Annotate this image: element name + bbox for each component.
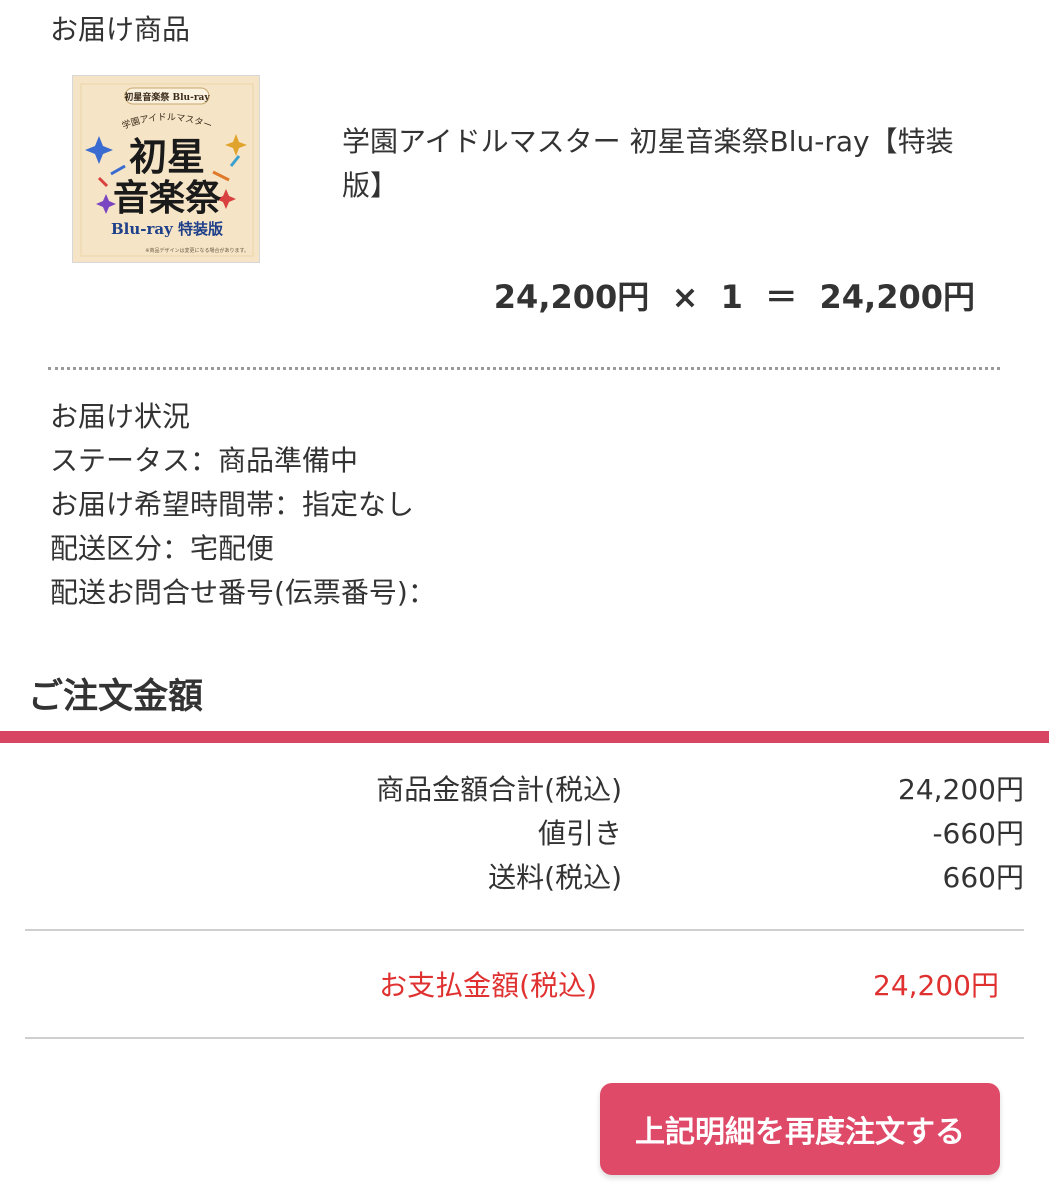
equals-sign: ＝ bbox=[765, 278, 798, 316]
line-total: 24,200円 bbox=[819, 278, 976, 316]
summary-divider-top bbox=[25, 929, 1024, 931]
times-sign: × bbox=[671, 278, 699, 316]
product-name-link[interactable]: 学園アイドルマスター 初星音楽祭Blu-ray【特装版】 bbox=[342, 120, 992, 208]
thumbnail-title-line1: 初星 bbox=[129, 134, 205, 179]
thumbnail-top-caption: 初星音楽祭 Blu-ray bbox=[124, 91, 210, 103]
delivery-status-block: お届け状況 ステータス：商品準備中 お届け希望時間帯：指定なし 配送区分：宅配便… bbox=[50, 395, 436, 615]
summary-row-shipping: 送料(税込) 660円 bbox=[0, 856, 1049, 900]
thumbnail-note: ※商品デザインは変更になる場合があります。 bbox=[145, 247, 249, 254]
delivery-item-title: お届け商品 bbox=[50, 13, 191, 46]
time-slot-line: お届け希望時間帯：指定なし bbox=[50, 488, 415, 521]
summary-divider-bottom bbox=[25, 1037, 1024, 1039]
summary-row-subtotal: 商品金額合計(税込) 24,200円 bbox=[0, 768, 1049, 812]
product-thumbnail[interactable]: 初星音楽祭 Blu-ray 学園アイドルマスター 初星 音楽祭 Blu-ray … bbox=[72, 75, 260, 263]
delivery-status-title: お届け状況 bbox=[50, 400, 191, 433]
order-detail-page: お届け商品 初星音楽祭 Blu-ray 学園アイドルマスター 初星 音楽祭 Bl… bbox=[0, 0, 1049, 1200]
price-calculation: 24,200円 × 1 ＝ 24,200円 bbox=[494, 274, 975, 320]
dotted-divider bbox=[48, 367, 1000, 370]
status-line: ステータス：商品準備中 bbox=[50, 444, 359, 477]
subtotal-value: 24,200円 bbox=[898, 773, 1024, 806]
heading-underline-bar bbox=[0, 731, 1049, 743]
thumbnail-title-line2: 音楽祭 bbox=[113, 177, 222, 219]
shipping-value: 660円 bbox=[942, 861, 1024, 894]
shipping-type-line: 配送区分：宅配便 bbox=[50, 532, 275, 565]
tracking-number-line: 配送お問合せ番号(伝票番号)： bbox=[50, 576, 436, 609]
unit-price: 24,200円 bbox=[493, 278, 650, 316]
discount-label: 値引き bbox=[537, 817, 622, 850]
payment-total-value: 24,200円 bbox=[873, 969, 999, 1002]
thumbnail-edition: Blu-ray 特装版 bbox=[111, 220, 223, 238]
discount-value: -660円 bbox=[932, 817, 1024, 850]
shipping-label: 送料(税込) bbox=[488, 861, 622, 894]
subtotal-label: 商品金額合計(税込) bbox=[376, 773, 622, 806]
order-amount-heading: ご注文金額 bbox=[28, 677, 204, 717]
reorder-button[interactable]: 上記明細を再度注文する bbox=[600, 1083, 1000, 1175]
payment-total-label: お支払金額(税込) bbox=[379, 969, 597, 1002]
summary-row-discount: 値引き -660円 bbox=[0, 812, 1049, 856]
quantity: 1 bbox=[720, 278, 743, 316]
